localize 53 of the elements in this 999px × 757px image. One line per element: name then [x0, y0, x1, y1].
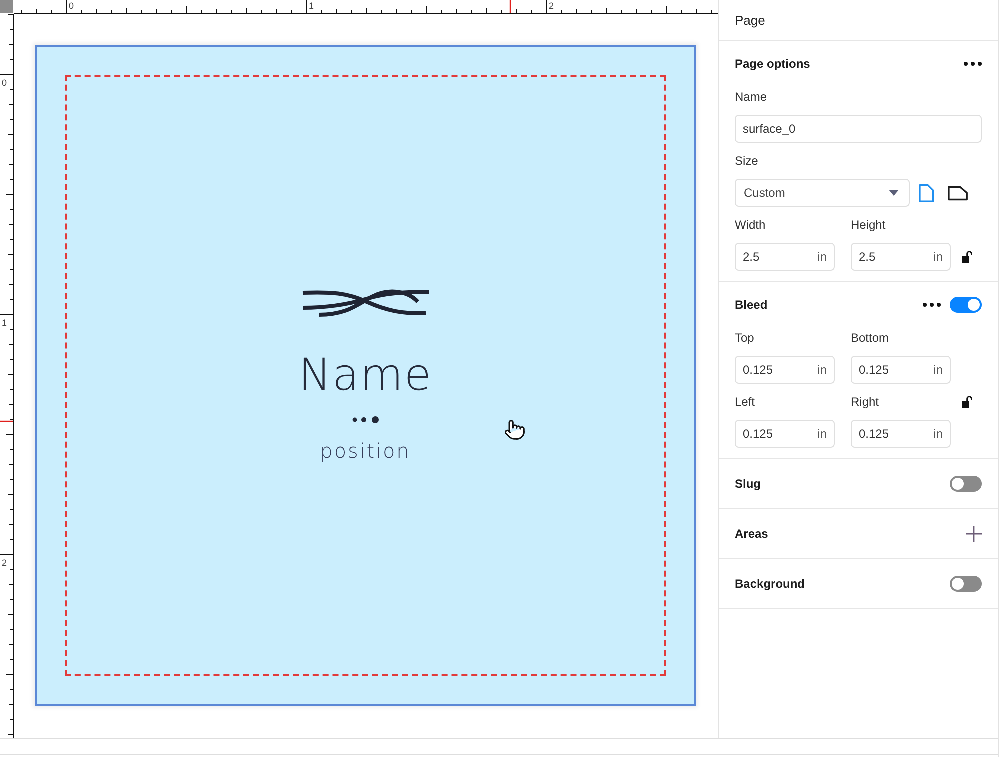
- ruler-label: 1: [2, 318, 8, 328]
- unit-label: in: [934, 427, 943, 441]
- braided-lines-icon: [302, 287, 430, 318]
- cursor-position-marker: [0, 420, 13, 422]
- dimension-field[interactable]: 2.5 in: [851, 243, 951, 271]
- field-label: Width: [735, 217, 767, 233]
- unlocked-icon[interactable]: [962, 251, 973, 263]
- toggle-switch[interactable]: [950, 576, 982, 592]
- field-label: Size: [735, 153, 760, 169]
- portrait-page-icon[interactable]: [918, 184, 934, 202]
- field-label: Height: [851, 217, 887, 233]
- unlocked-icon[interactable]: [962, 396, 973, 408]
- section-title: Background: [735, 576, 806, 592]
- panel-title: Page: [735, 12, 766, 28]
- section-title: Areas: [735, 526, 768, 542]
- bleed-field[interactable]: 0.125 in: [735, 356, 835, 384]
- section-title: Bleed: [735, 297, 768, 313]
- toggle-switch[interactable]: [950, 297, 982, 313]
- ruler-label: 0: [69, 1, 74, 11]
- ruler-corner: [0, 0, 13, 13]
- card-name-text: Name: [298, 350, 432, 402]
- ruler-label: 2: [2, 558, 8, 568]
- unit-label: in: [818, 427, 827, 441]
- unit-label: in: [818, 250, 827, 264]
- unit-label: in: [818, 363, 827, 377]
- toggle-switch[interactable]: [950, 476, 982, 492]
- landscape-page-icon[interactable]: [948, 186, 968, 200]
- ruler-label: 1: [309, 1, 314, 11]
- bleed-field[interactable]: 0.125 in: [851, 420, 951, 448]
- more-options-icon[interactable]: [923, 303, 941, 307]
- more-options-icon[interactable]: [964, 62, 982, 66]
- field-label: Name: [735, 89, 768, 105]
- bleed-field[interactable]: 0.125 in: [851, 356, 951, 384]
- cursor-position-marker: [510, 0, 512, 13]
- field-label: Bottom: [851, 330, 890, 346]
- dimension-field[interactable]: 2.5 in: [735, 243, 835, 271]
- section-title: Page options: [735, 56, 810, 72]
- caret-icon: [888, 190, 899, 196]
- dots-ornament-icon: [352, 416, 380, 424]
- add-icon[interactable]: [966, 526, 982, 542]
- field-label: Right: [851, 394, 880, 410]
- card-position-text: position: [320, 438, 411, 464]
- unit-label: in: [934, 250, 943, 264]
- section-title: Slug: [735, 476, 761, 492]
- bleed-field[interactable]: 0.125 in: [735, 420, 835, 448]
- field-label: Top: [735, 330, 756, 346]
- ruler-label: 0: [2, 78, 8, 88]
- name-field[interactable]: surface_0: [735, 115, 982, 143]
- size-select[interactable]: Custom: [735, 179, 910, 207]
- field-label: Left: [735, 394, 756, 410]
- hand-pointer-icon: [504, 419, 526, 441]
- unit-label: in: [934, 363, 943, 377]
- ruler-label: 2: [549, 1, 554, 11]
